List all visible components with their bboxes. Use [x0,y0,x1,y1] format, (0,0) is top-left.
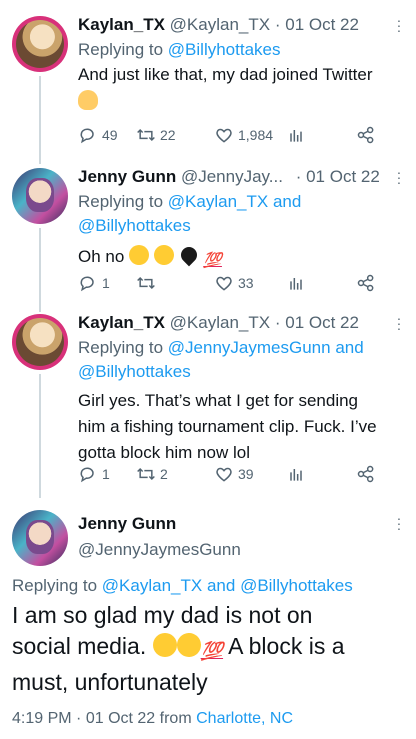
analytics-button[interactable] [286,125,306,145]
retweet-button[interactable]: 22 [136,125,176,145]
replying-to: Replying to @Billyhottakes [78,40,281,59]
tweet-header: Kaylan_TX @Kaylan_TX · 01 Oct 22 [78,313,359,332]
user-handle[interactable]: @JennyJaymesGunn [78,540,241,560]
retweet-button[interactable] [136,273,160,293]
thread-line [39,228,41,312]
analytics-button[interactable] [286,273,306,293]
like-button[interactable]: 33 [214,273,254,293]
tweet-1[interactable]: · · · Kaylan_TX @Kaylan_TX · 01 Oct 22 Rep… [0,0,416,164]
heart-icon [216,128,232,143]
share-icon [357,274,374,292]
focused-tweet: · · · Jenny Gunn @JennyJaymesGunn Replying… [0,498,416,739]
analytics-button[interactable] [286,464,306,484]
avatar[interactable] [12,510,68,566]
avatar[interactable] [12,314,68,370]
thread-line [39,374,41,498]
tweet-date[interactable]: 01 Oct 22 [86,710,155,727]
analytics-icon [290,130,302,142]
more-icon[interactable]: · · · [396,511,402,535]
mention-link[interactable]: @Billyhottakes [78,362,191,381]
tweet-text: Oh no 💯 [78,241,400,274]
reply-icon [80,128,94,144]
reply-button[interactable]: 1 [78,464,110,484]
tweet-3[interactable]: · · · Kaylan_TX @Kaylan_TX · 01 Oct 22 Rep… [0,308,416,498]
share-button[interactable] [356,273,376,293]
user-handle[interactable]: @Kaylan_TX [170,15,270,34]
retweet-icon [137,276,155,290]
reply-button[interactable]: 1 [78,273,110,293]
tweet-header: Kaylan_TX @Kaylan_TX · 01 Oct 22 [78,15,359,34]
mention-link[interactable]: @Kaylan_TX [102,576,202,595]
avatar[interactable] [12,168,68,224]
emoji-rolling-on-floor-laughing [150,241,178,269]
tweet-date[interactable]: 01 Oct 22 [285,15,359,34]
display-name[interactable]: Jenny Gunn [78,514,241,534]
share-button[interactable] [356,464,376,484]
mention-link[interactable]: @Billyhottakes [240,576,353,595]
mention-link[interactable]: @JennyJaymesGunn [168,338,331,357]
display-name[interactable]: Kaylan_TX [78,313,165,332]
tweet-date[interactable]: 01 Oct 22 [306,167,380,186]
replying-to: Replying to @Kaylan_TX and @Billyhottake… [12,576,353,595]
mention-link[interactable]: @Billyhottakes [78,216,191,235]
like-button[interactable]: 39 [214,464,254,484]
heart-icon [216,276,232,291]
retweet-button[interactable]: 2 [136,464,168,484]
emoji-black-heart [177,243,200,267]
emoji-hundred: 💯 [203,252,222,269]
like-button[interactable]: 1,984 [214,125,273,145]
share-icon [357,465,374,483]
location-link[interactable]: Charlotte, NC [196,710,293,727]
display-name[interactable]: Jenny Gunn [78,167,176,186]
reply-icon [80,467,94,483]
mention-link[interactable]: @Kaylan_TX [168,192,268,211]
emoji-woman-facepalming [78,90,400,112]
tweet-text: Girl yes. That’s what I get for sending … [78,391,377,462]
user-handle[interactable]: @Kaylan_TX [170,313,270,332]
emoji-grinning-squinting [152,633,177,657]
tweet-2[interactable]: · · · Jenny Gunn @JennyJay... · 01 Oct 22 … [0,160,416,312]
retweet-icon [137,128,155,142]
display-name[interactable]: Kaylan_TX [78,15,165,34]
retweet-icon [137,467,155,481]
share-button[interactable] [356,125,376,145]
user-handle[interactable]: @JennyJay... [181,167,283,186]
mention-link[interactable]: @Billyhottakes [168,40,281,59]
avatar[interactable] [12,16,68,72]
emoji-grinning-squinting [129,245,150,265]
replying-to: Replying to @Kaylan_TX and @Billyhottake… [78,192,302,235]
tweet-header: Jenny Gunn @JennyJay... · 01 Oct 22 [78,167,380,186]
tweet-text: And just like that, my dad joined Twitte… [78,65,373,84]
tweet-text: I am so glad my dad is not on social med… [12,602,345,695]
share-icon [357,126,374,144]
reply-button[interactable]: 49 [78,125,118,145]
emoji-hundred: 💯 [200,641,224,661]
analytics-icon [290,469,302,481]
thread-line [39,76,41,164]
tweet-meta: 4:19 PM · 01 Oct 22 from Charlotte, NC [12,710,294,727]
tweet-date[interactable]: 01 Oct 22 [285,313,359,332]
heart-icon [216,467,232,482]
analytics-icon [290,278,302,290]
tweet-time[interactable]: 4:19 PM [12,710,72,727]
replying-to: Replying to @JennyJaymesGunn and @Billyh… [78,338,364,381]
reply-icon [80,276,94,292]
